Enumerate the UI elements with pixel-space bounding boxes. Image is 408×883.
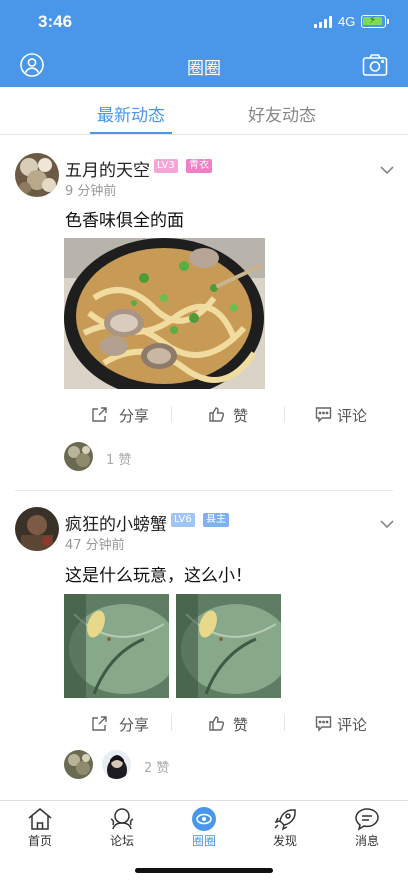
chevron-down-icon[interactable] bbox=[380, 165, 394, 175]
comment-label: 评论 bbox=[337, 407, 368, 425]
camera-icon[interactable] bbox=[362, 53, 388, 77]
share-label: 分享 bbox=[119, 716, 150, 734]
avatar[interactable] bbox=[15, 507, 59, 551]
nav-label: 消息 bbox=[354, 834, 379, 848]
feed-tabs: 最新动态 好友动态 bbox=[0, 87, 408, 135]
status-bar: 3:46 4G ⚡ bbox=[0, 0, 408, 44]
like-count: 1 赞 bbox=[106, 453, 132, 468]
thumbs-up-icon bbox=[209, 407, 225, 422]
like-label: 赞 bbox=[233, 407, 249, 425]
nav-forum[interactable]: 论坛 bbox=[92, 804, 152, 852]
liker-avatar[interactable] bbox=[102, 750, 131, 779]
nav-home[interactable]: 首页 bbox=[10, 804, 70, 852]
post-card: 疯狂的小螃蟹 LV6 县主 47 分钟前 这是什么玩意，这么小！ 分享 赞 评论… bbox=[0, 491, 408, 800]
post-photo[interactable] bbox=[64, 238, 265, 389]
tab-latest[interactable]: 最新动态 bbox=[97, 101, 165, 126]
username[interactable]: 疯狂的小螃蟹 bbox=[65, 510, 167, 535]
message-icon bbox=[355, 808, 379, 831]
post-time: 47 分钟前 bbox=[65, 538, 125, 553]
comment-label: 评论 bbox=[337, 716, 368, 734]
nav-label: 论坛 bbox=[109, 834, 134, 848]
nav-label: 发现 bbox=[272, 834, 297, 848]
circle-eye-icon bbox=[192, 807, 216, 831]
app-header: 3:46 4G ⚡ 圈圈 bbox=[0, 0, 408, 87]
nav-discover[interactable]: 发现 bbox=[255, 804, 315, 852]
signal-icon bbox=[314, 16, 334, 28]
share-icon bbox=[92, 716, 107, 731]
level-badge: LV3 bbox=[154, 159, 178, 173]
like-count: 2 赞 bbox=[144, 761, 170, 776]
like-label: 赞 bbox=[233, 716, 249, 734]
forum-icon bbox=[110, 808, 134, 830]
post-text: 色香味俱全的面 bbox=[65, 211, 184, 231]
username[interactable]: 五月的天空 bbox=[65, 156, 150, 181]
comment-icon bbox=[315, 716, 332, 732]
liker-avatar[interactable] bbox=[64, 750, 93, 779]
rocket-icon bbox=[274, 809, 296, 831]
post-photo[interactable] bbox=[176, 594, 281, 698]
nav-messages[interactable]: 消息 bbox=[337, 804, 397, 852]
thumbs-up-icon bbox=[209, 716, 225, 731]
post-card: 五月的天空 LV3 青衣 9 分钟前 色香味俱全的面 分享 赞 评论 1 赞 bbox=[0, 136, 408, 491]
page-title: 圈圈 bbox=[187, 59, 221, 79]
share-label: 分享 bbox=[119, 407, 150, 425]
nav-label: 圈圈 bbox=[191, 834, 216, 848]
post-actions: 分享 赞 评论 bbox=[0, 400, 408, 430]
status-time: 3:46 bbox=[38, 12, 73, 31]
post-actions: 分享 赞 评论 bbox=[0, 709, 408, 739]
share-icon bbox=[92, 407, 107, 422]
home-icon bbox=[28, 808, 52, 830]
active-tab-indicator bbox=[90, 132, 172, 134]
chevron-down-icon[interactable] bbox=[380, 519, 394, 529]
avatar[interactable] bbox=[15, 153, 59, 197]
level-badge: LV6 bbox=[171, 513, 195, 527]
post-photo[interactable] bbox=[64, 594, 169, 698]
tab-friends[interactable]: 好友动态 bbox=[248, 101, 316, 126]
post-time: 9 分钟前 bbox=[65, 184, 117, 199]
battery-icon: ⚡ bbox=[361, 15, 389, 28]
nav-circle[interactable]: 圈圈 bbox=[174, 804, 234, 852]
home-indicator bbox=[135, 868, 273, 873]
title-badge: 青衣 bbox=[186, 159, 212, 173]
network-type: 4G bbox=[338, 14, 356, 29]
comment-icon bbox=[315, 407, 332, 423]
liker-avatar[interactable] bbox=[64, 442, 93, 471]
post-text: 这是什么玩意，这么小！ bbox=[65, 566, 252, 586]
title-badge: 县主 bbox=[203, 513, 229, 527]
nav-label: 首页 bbox=[27, 834, 52, 848]
